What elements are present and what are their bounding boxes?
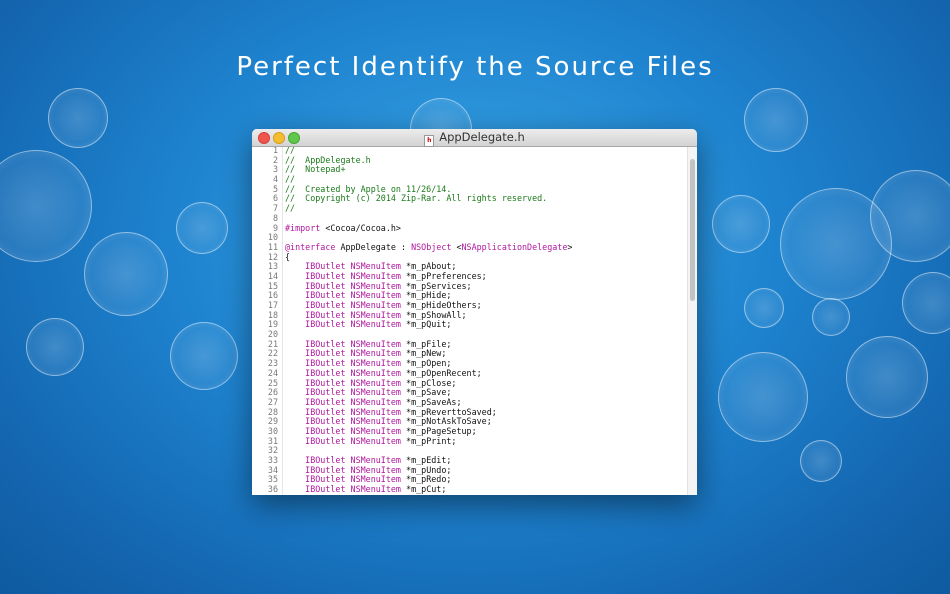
code-token: <Cocoa/Cocoa.h> [320,222,401,233]
code-keyword: IBOutlet NSMenuItem [285,309,401,320]
code-keyword: IBOutlet NSMenuItem [285,280,401,291]
code-line: 6// Copyright (c) 2014 Zip-Rar. All righ… [252,194,689,204]
bokeh-circle [744,88,808,152]
code-keyword: IBOutlet NSMenuItem [285,435,401,446]
code-keyword: IBOutlet NSMenuItem [285,300,401,310]
code-keyword: #import [285,222,321,233]
editor-window: h AppDelegate.h 1//2// AppDelegate.h 3// N… [252,129,697,495]
code-token: *m_pShowAll; [400,309,467,320]
code-token: *m_pServices; [400,280,472,291]
code-token: *m_pSave; [400,387,452,398]
bokeh-circle [744,288,784,328]
code-line: 11 @interface AppDelegate : NSObject <NSA… [252,241,689,253]
code-keyword: NSObject [411,241,452,252]
code-keyword: IBOutlet NSMenuItem [285,474,401,485]
code-comment: // Notepad+ [285,164,346,175]
code-token: *m_pHideOthers; [400,300,482,310]
code-text: IBOutlet NSMenuItem *m_pPrint; [285,435,457,447]
bokeh-circle [800,440,842,482]
window-title-wrap: h AppDelegate.h [252,130,697,147]
code-line: 31 IBOutlet NSMenuItem *m_pPrint; [252,435,689,447]
code-token: *m_pClose; [400,377,457,388]
bokeh-circle [0,150,92,262]
bokeh-circle [846,336,928,418]
code-keyword: IBOutlet NSMenuItem [285,338,401,349]
code-keyword: IBOutlet NSMenuItem [285,270,401,281]
code-keyword: @interface [285,241,336,252]
code-token: AppDelegate : [335,241,412,252]
code-text: IBOutlet NSMenuItem *m_pQuit; [285,320,451,330]
bokeh-circle [26,318,84,376]
code-lines: 1//2// AppDelegate.h 3// Notepad+ 4//5// C… [252,147,689,495]
code-keyword: IBOutlet NSMenuItem [285,494,401,495]
code-keyword: IBOutlet NSMenuItem [285,377,401,388]
code-token: *m_pOpen; [400,358,452,369]
title-bar[interactable]: h AppDelegate.h [252,129,697,147]
code-token: *m_pAbout; [400,261,457,272]
code-keyword: IBOutlet NSMenuItem [285,261,401,272]
headline: Perfect Identify the Source Files [236,52,714,82]
bokeh-circle [84,232,168,316]
code-token: *m_pUndo; [400,464,452,475]
code-token: *m_pReverttoSaved; [400,406,497,417]
code-keyword: IBOutlet NSMenuItem [285,406,401,417]
code-keyword: IBOutlet NSMenuItem [285,484,401,495]
code-keyword: IBOutlet NSMenuItem [285,425,401,436]
code-keyword: IBOutlet NSMenuItem [285,358,401,369]
code-token: *m_pRedo; [400,474,452,485]
bokeh-circle [712,195,770,253]
code-editor[interactable]: 1//2// AppDelegate.h 3// Notepad+ 4//5// C… [252,147,697,495]
code-line: 19 IBOutlet NSMenuItem *m_pQuit; [252,320,689,330]
code-comment: // AppDelegate.h [285,154,371,165]
scrollbar-thumb[interactable] [690,159,695,301]
code-token: *m_pHide; [400,290,452,301]
code-token: *m_pNew; [400,348,447,359]
code-token: *m_pEdit; [400,455,452,465]
code-comment: // [285,174,296,185]
code-keyword: IBOutlet NSMenuItem [285,319,401,330]
code-token: *m_pPrint; [400,435,457,446]
bokeh-circle [902,272,950,334]
code-token: { [285,251,291,262]
code-text: @interface AppDelegate : NSObject <NSApp… [285,241,573,253]
code-keyword: IBOutlet NSMenuItem [285,455,401,465]
code-text: // [285,203,296,214]
code-token: *m_pPageSetup; [400,425,477,436]
code-token: *m_pOpenRecent; [400,367,482,378]
code-text: #import <Cocoa/Cocoa.h> [285,222,401,234]
window-title: AppDelegate.h [439,130,525,144]
code-token: *m_pFile; [400,338,452,349]
vertical-scrollbar[interactable] [687,147,697,495]
header-file-icon: h [424,135,435,147]
code-line: 3// Notepad+ [252,165,689,175]
code-token: *m_pCopy; [401,494,451,495]
code-comment: // [285,203,296,214]
code-text: // Copyright (c) 2014 Zip-Rar. All right… [285,194,547,204]
code-comment: // Created by Apple on 11/26/14. [285,183,452,194]
code-comment: // Copyright (c) 2014 Zip-Rar. All right… [285,193,548,204]
bokeh-circle [170,322,238,390]
code-keyword: IBOutlet NSMenuItem [285,396,401,407]
code-token: *m_pPreferences; [400,270,487,281]
bokeh-circle [812,298,850,336]
code-token: *m_pSaveAs; [400,396,462,407]
code-keyword: IBOutlet NSMenuItem [285,464,401,475]
code-keyword: IBOutlet NSMenuItem [285,367,401,378]
code-keyword: IBOutlet NSMenuItem [285,348,401,359]
bokeh-circle [718,352,808,442]
code-token: *m_pCut; [400,484,447,495]
code-keyword: NSApplicationDelegate [461,241,568,252]
code-keyword: IBOutlet NSMenuItem [285,290,401,301]
bokeh-circle [48,88,108,148]
code-token: *m_pQuit; [400,319,452,330]
code-line: 7// [252,203,689,214]
code-token: > [567,241,573,252]
code-token: *m_pNotAskToSave; [400,416,492,427]
code-token: < [451,241,462,252]
code-keyword: IBOutlet NSMenuItem [285,416,401,427]
code-keyword: IBOutlet NSMenuItem [285,387,401,398]
code-line: 9 #import <Cocoa/Cocoa.h> [252,222,689,234]
bokeh-circle [176,202,228,254]
